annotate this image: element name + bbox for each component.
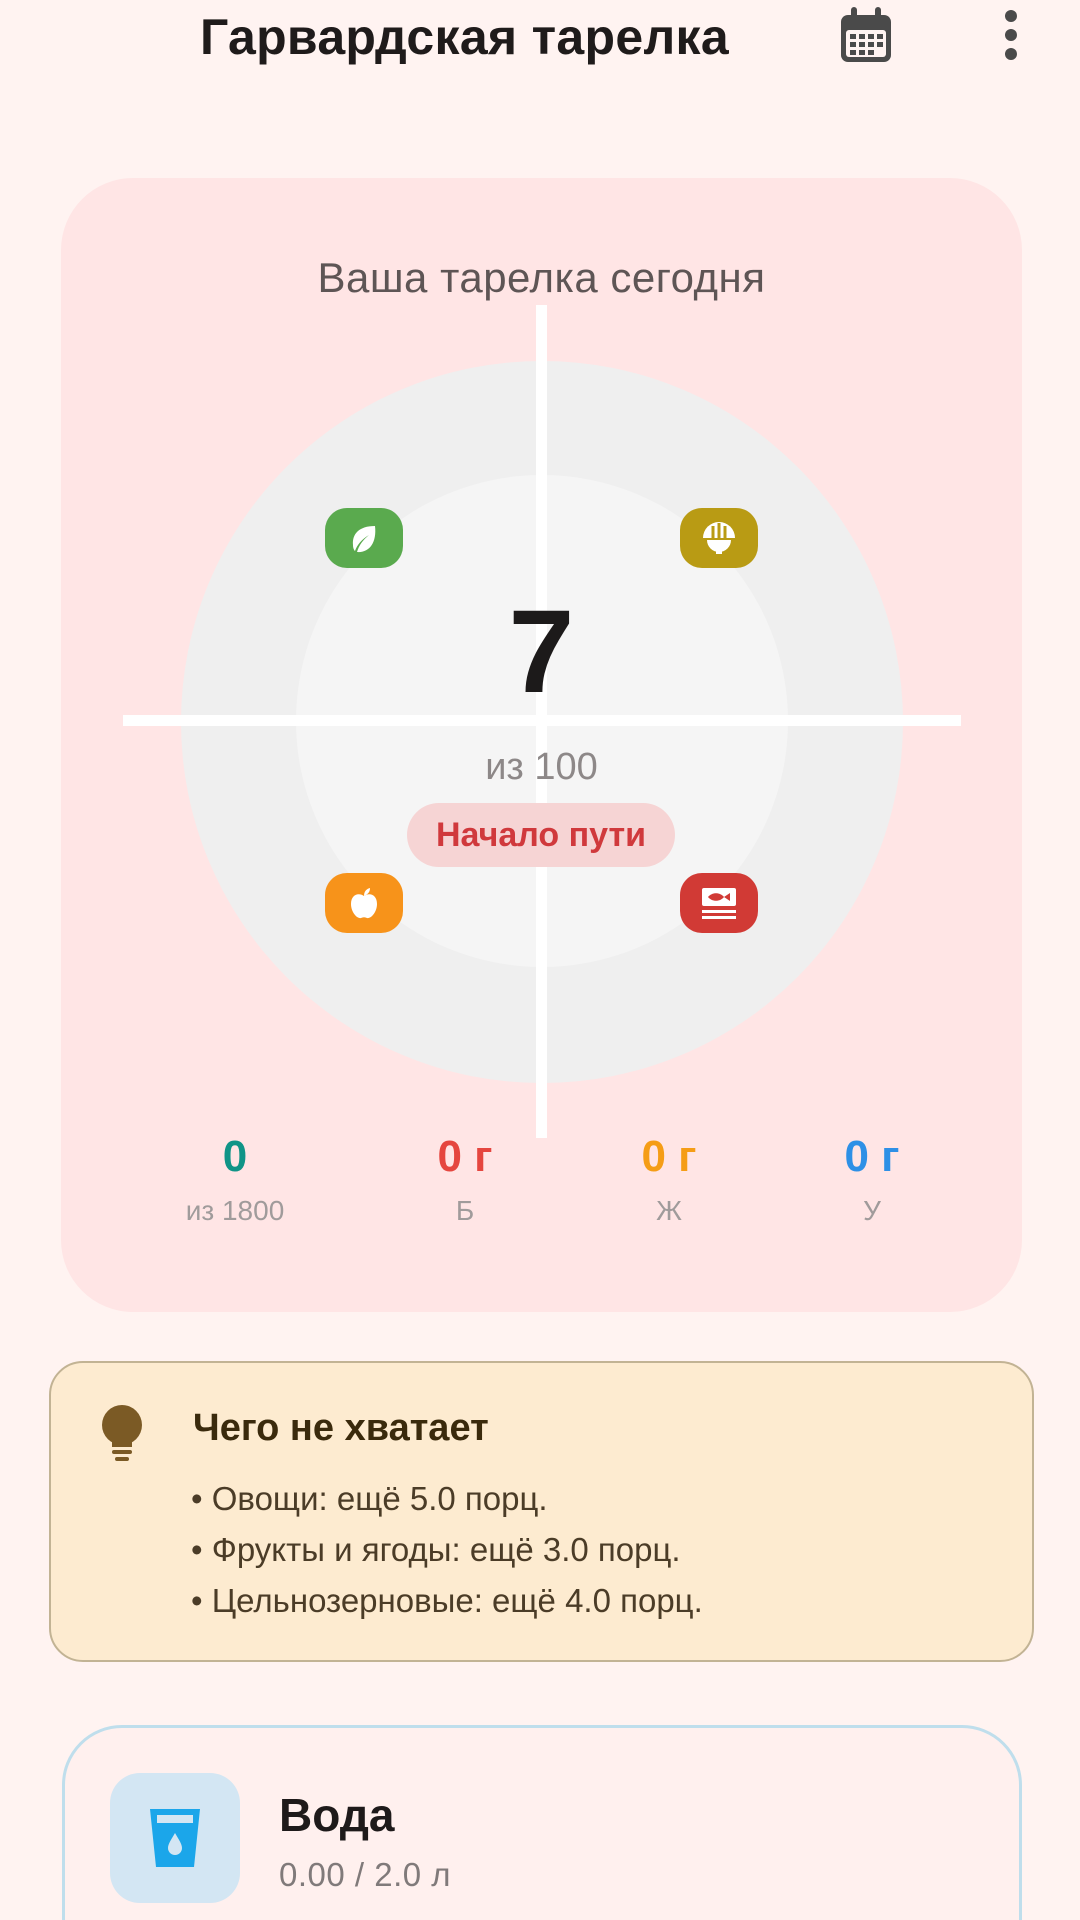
calories-label: из 1800 [185,1195,285,1227]
plate-score-max: из 100 [485,746,598,788]
grains-section-button[interactable] [680,508,758,568]
protein-value: 0 г [437,1132,493,1181]
fish-icon [702,888,736,919]
protein-label: Б [455,1195,475,1227]
missing-title: Чего не хватает [193,1407,489,1449]
water-icon-box [110,1773,240,1903]
calendar-button[interactable] [833,2,899,68]
more-vertical-icon [1005,10,1017,60]
leaf-icon [352,526,376,553]
missing-list: Овощи: ещё 5.0 порц. Фрукты и ягоды: ещё… [191,1473,703,1626]
top-app-bar: Гарвардская тарелка [0,0,1080,80]
protein-section-button[interactable] [680,873,758,933]
fat-label: Ж [656,1195,682,1227]
missing-item: Фрукты и ягоды: ещё 3.0 порц. [191,1524,703,1575]
fat-value: 0 г [641,1132,697,1181]
app-title: Гарвардская тарелка [200,9,729,65]
grain-bowl-icon [703,522,735,554]
calendar-icon [841,7,891,62]
apple-icon [351,888,377,919]
carbs-stat: 0 г У [762,1132,982,1227]
missing-item: Цельнозерновые: ещё 4.0 порц. [191,1575,703,1626]
water-title: Вода [279,1789,395,1841]
water-glass-icon [150,1809,200,1867]
vegetables-section-button[interactable] [325,508,403,568]
fat-stat: 0 г Ж [559,1132,779,1227]
carbs-value: 0 г [844,1132,900,1181]
water-progress: 0.00 / 2.0 л [279,1856,452,1893]
plate-title: Ваша тарелка сегодня [317,254,766,301]
plate-score: 7 [508,586,575,718]
plate-card[interactable]: Ваша тарелка сегодня 7 из 100 Начало пут… [61,178,1022,1312]
more-options-button[interactable] [984,4,1038,66]
missing-nutrients-card: Чего не хватает Овощи: ещё 5.0 порц. Фру… [49,1361,1034,1662]
fruits-section-button[interactable] [325,873,403,933]
lightbulb-icon [102,1405,142,1461]
level-badge: Начало пути [407,803,675,867]
protein-stat: 0 г Б [355,1132,575,1227]
missing-item: Овощи: ещё 5.0 порц. [191,1473,703,1524]
carbs-label: У [863,1195,881,1227]
calories-value: 0 [222,1132,248,1181]
calories-stat: 0 из 1800 [125,1132,345,1227]
water-card[interactable]: Вода 0.00 / 2.0 л [62,1725,1022,1920]
